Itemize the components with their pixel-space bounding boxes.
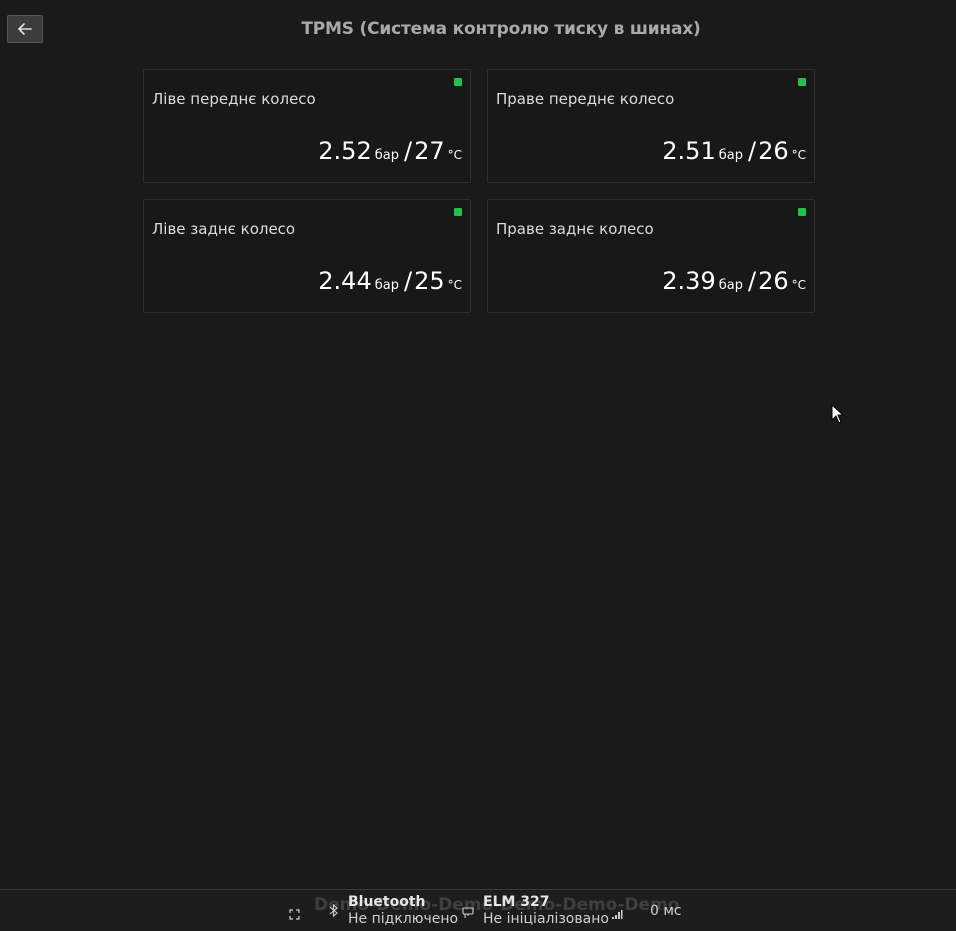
tire-name: Ліве переднє колесо [152,90,316,108]
temperature-unit: °C [791,148,806,162]
pressure-value: 2.51 [662,137,716,165]
tire-card-front-left: Ліве переднє колесо 2.52 бар /27 °C [143,69,471,183]
tire-reading: 2.44 бар /25 °C [318,267,462,295]
tire-name: Праве переднє колесо [496,90,675,108]
tpms-screen: TPMS (Система контролю тиску в шинах) Лі… [0,0,956,931]
separator: / [747,267,757,295]
separator: / [403,267,413,295]
temperature-value: 26 [758,267,789,295]
fullscreen-icon[interactable] [289,905,300,924]
tire-card-front-right: Праве переднє колесо 2.51 бар /26 °C [487,69,815,183]
tire-reading: 2.52 бар /27 °C [318,137,462,165]
status-indicator [798,208,806,216]
bluetooth-icon [328,903,339,922]
page-title: TPMS (Система контролю тиску в шинах) [301,19,701,39]
mouse-cursor-icon [831,404,845,424]
pressure-value: 2.39 [662,267,716,295]
bluetooth-status[interactable]: Bluetooth Не підключено [348,894,458,928]
pressure-value: 2.44 [318,267,372,295]
bluetooth-state: Не підключено [348,911,459,927]
temperature-value: 26 [758,137,789,165]
elm-status[interactable]: ELM 327 Не ініціалізовано [483,894,609,928]
latency-value: 0 мс [650,903,682,919]
tire-card-rear-right: Праве заднє колесо 2.39 бар /26 °C [487,199,815,313]
tire-reading: 2.51 бар /26 °C [662,137,806,165]
pressure-unit: бар [718,148,743,163]
tire-reading: 2.39 бар /26 °C [662,267,806,295]
temperature-unit: °C [791,278,806,292]
status-bar: Demo-Demo-Demo-Demo-Demo-Demo Bluetooth … [0,889,956,931]
status-indicator [454,208,462,216]
pressure-unit: бар [374,148,399,163]
separator: / [403,137,413,165]
elm-state: Не ініціалізовано [483,911,609,927]
pressure-unit: бар [374,278,399,293]
separator: / [747,137,757,165]
elm-title: ELM 327 [483,894,550,910]
temperature-unit: °C [447,278,462,292]
temperature-value: 27 [414,137,445,165]
pressure-unit: бар [718,278,743,293]
temperature-unit: °C [447,148,462,162]
status-indicator [454,78,462,86]
status-indicator [798,78,806,86]
tire-card-rear-left: Ліве заднє колесо 2.44 бар /25 °C [143,199,471,313]
car-adapter-icon [462,904,474,923]
bluetooth-title: Bluetooth [348,894,426,910]
tire-name: Праве заднє колесо [496,220,654,238]
pressure-value: 2.52 [318,137,372,165]
signal-icon [611,905,623,924]
tire-name: Ліве заднє колесо [152,220,296,238]
temperature-value: 25 [414,267,445,295]
